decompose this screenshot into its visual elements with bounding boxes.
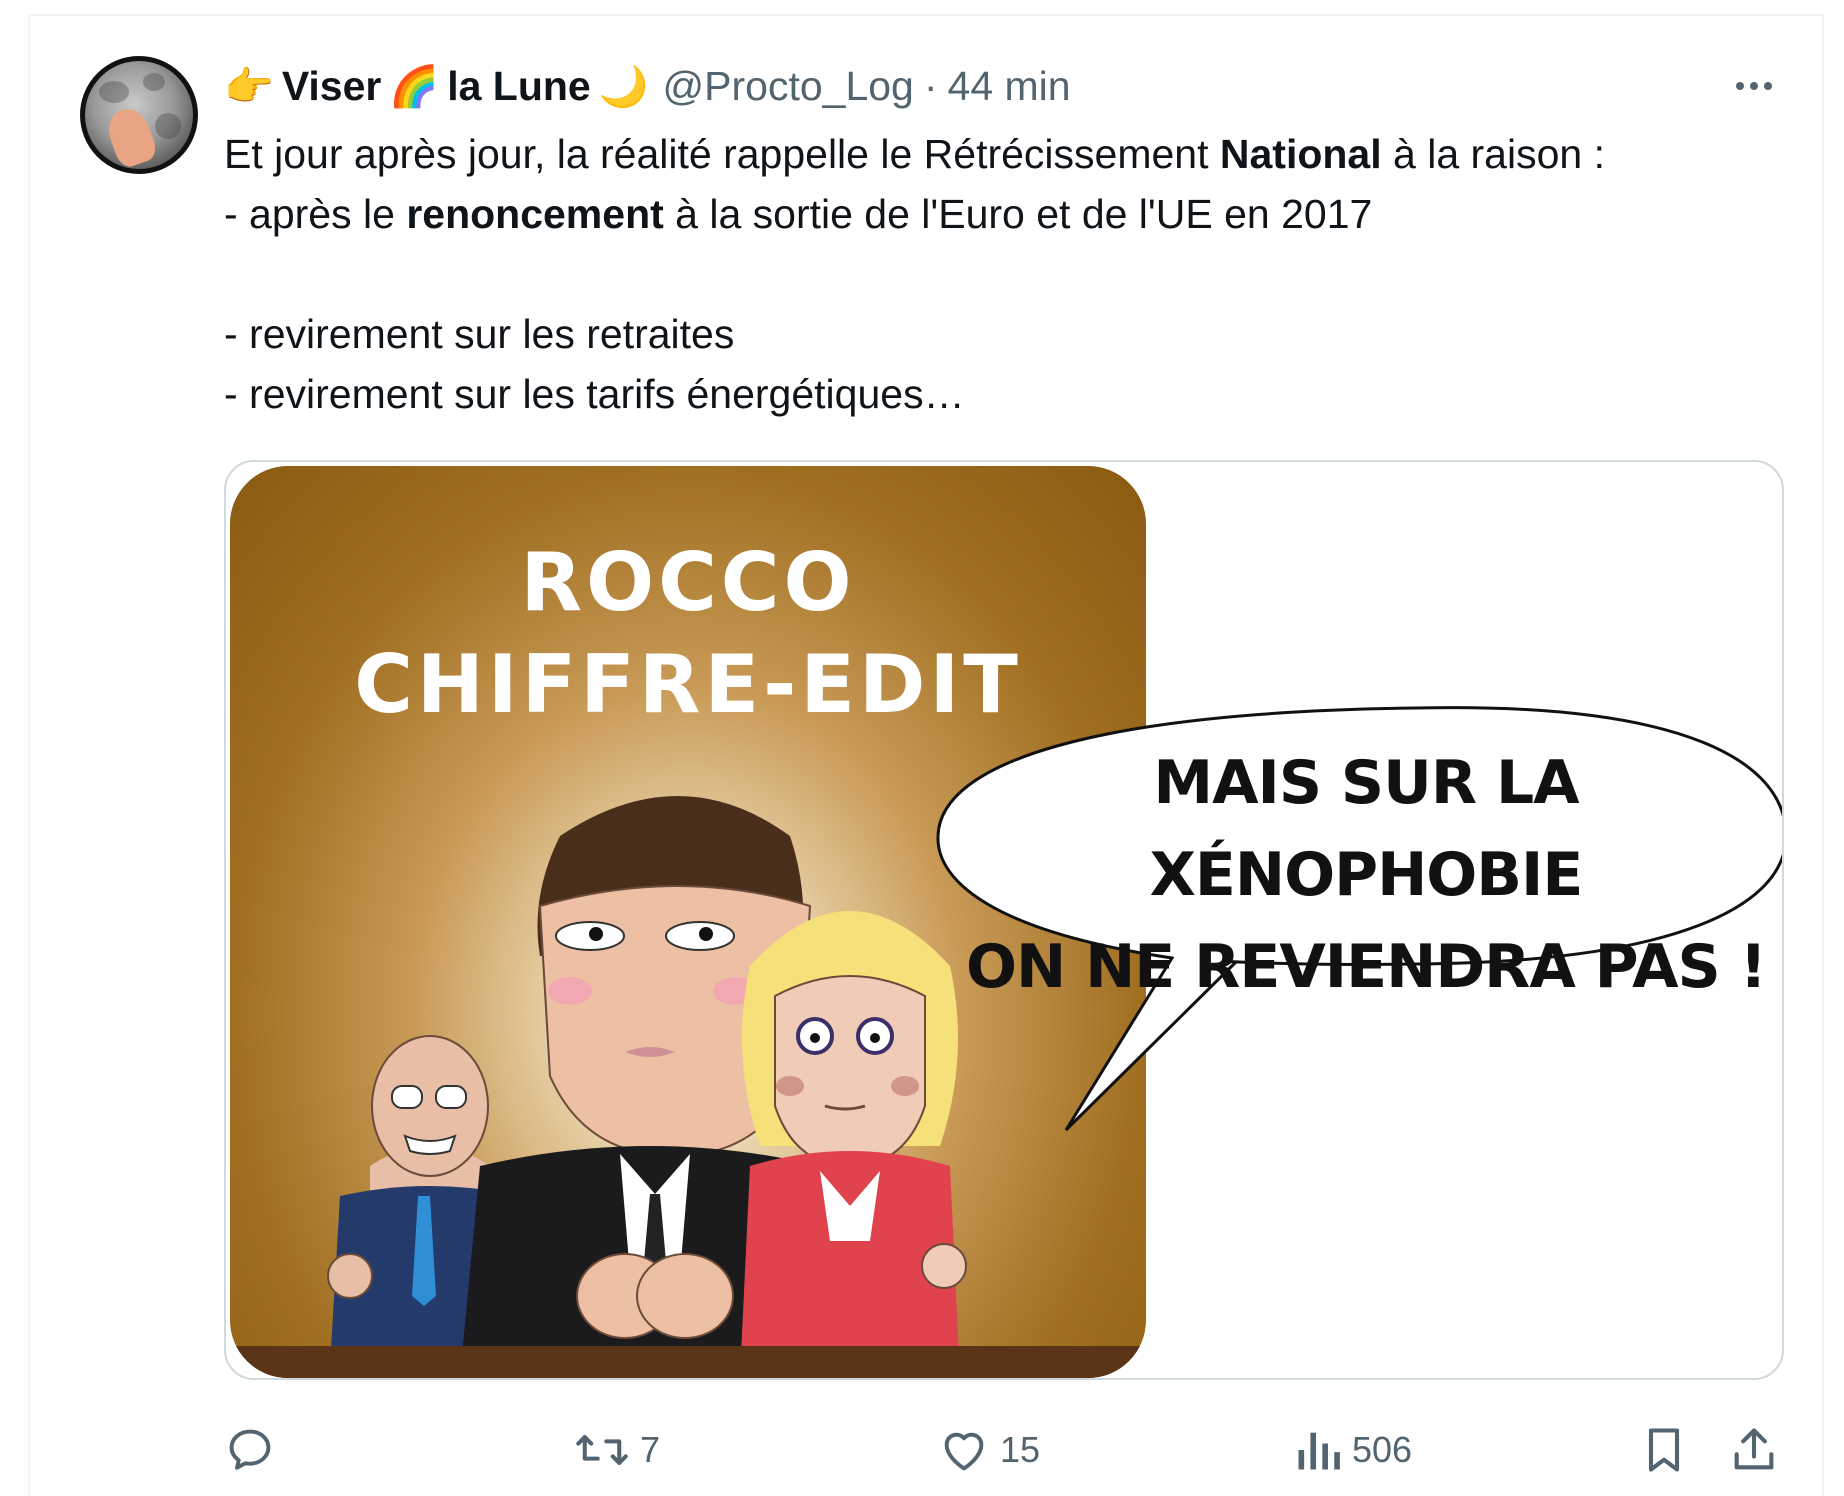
separator-dot: · bbox=[923, 62, 938, 109]
avatar[interactable] bbox=[80, 56, 198, 174]
like-button[interactable]: 15 bbox=[938, 1420, 1040, 1480]
tweet-media-image[interactable]: ROCCO CHIFFRE-EDIT MAIS SUR LA XÉNOPHOBI… bbox=[224, 460, 1784, 1380]
share-icon bbox=[1734, 1428, 1774, 1470]
tweet-line-1: Et jour après jour, la réalité rappelle … bbox=[224, 131, 1605, 177]
action-bar: 7 15 506 bbox=[0, 1420, 1844, 1480]
like-count: 15 bbox=[1000, 1429, 1041, 1470]
tweet-header: 👉 Viser 🌈 la Lune 🌙 @Procto_Log · 44 min bbox=[224, 58, 1071, 114]
rainbow-emoji: 🌈 bbox=[389, 64, 440, 109]
reply-button[interactable] bbox=[224, 1420, 286, 1480]
bookmark-button[interactable] bbox=[1642, 1420, 1686, 1480]
character-right bbox=[740, 911, 967, 1376]
moon-emoji: 🌙 bbox=[598, 64, 649, 109]
share-button[interactable] bbox=[1730, 1420, 1778, 1480]
retweet-button[interactable]: 7 bbox=[574, 1420, 660, 1480]
bubble-line-2: ON NE REVIENDRA PAS ! bbox=[965, 932, 1767, 1002]
bubble-text: MAIS SUR LA XÉNOPHOBIE ON NE REVIENDRA P… bbox=[946, 737, 1782, 1013]
display-name-part1: Viser bbox=[281, 62, 382, 109]
display-name[interactable]: 👉 Viser 🌈 la Lune 🌙 bbox=[224, 63, 649, 110]
more-dot-icon bbox=[1750, 82, 1758, 90]
user-handle[interactable]: @Procto_Log bbox=[663, 63, 914, 110]
timestamp[interactable]: 44 min bbox=[948, 63, 1071, 110]
bubble-line-1: MAIS SUR LA XÉNOPHOBIE bbox=[1149, 748, 1584, 910]
tweet-line-4: - revirement sur les tarifs énergétiques… bbox=[224, 371, 965, 417]
reply-icon bbox=[229, 1429, 271, 1470]
retweet-icon bbox=[576, 1435, 628, 1465]
views-count: 506 bbox=[1352, 1429, 1413, 1470]
display-name-part2: la Lune bbox=[447, 62, 591, 109]
pointing-hand-emoji: 👉 bbox=[224, 64, 274, 109]
tweet-text: Et jour après jour, la réalité rappelle … bbox=[224, 124, 1784, 424]
bookmark-icon bbox=[1648, 1428, 1680, 1472]
analytics-icon bbox=[1298, 1432, 1340, 1470]
more-dot-icon bbox=[1764, 82, 1772, 90]
retweet-count: 7 bbox=[640, 1429, 661, 1470]
tweet-line-2: - après le renoncement à la sortie de l'… bbox=[224, 191, 1373, 237]
more-dot-icon bbox=[1736, 82, 1744, 90]
heart-icon bbox=[944, 1432, 984, 1471]
tweet-line-3: - revirement sur les retraites bbox=[224, 311, 735, 357]
hand-icon bbox=[102, 103, 160, 169]
views-button[interactable]: 506 bbox=[1294, 1420, 1412, 1480]
more-options-button[interactable] bbox=[1726, 66, 1782, 106]
